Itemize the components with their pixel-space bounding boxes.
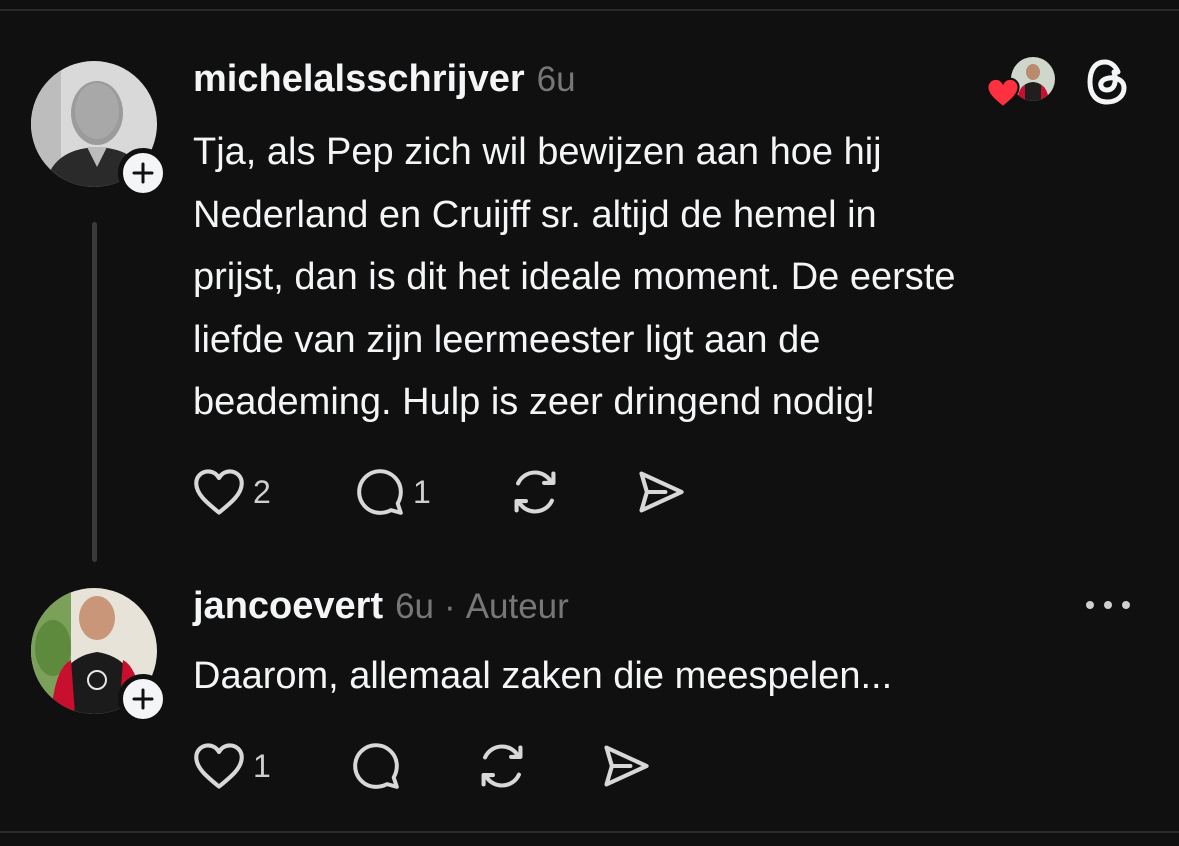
repost-button[interactable] xyxy=(476,740,528,792)
reply-header: jancoevert 6u · Auteur xyxy=(193,585,569,628)
plus-icon xyxy=(132,162,154,184)
timestamp: 6u xyxy=(395,587,435,626)
heart-icon xyxy=(194,743,244,789)
reply-button[interactable]: 1 xyxy=(355,466,431,518)
post-text-line: Nederland en Cruijff sr. altijd de hemel… xyxy=(193,193,877,236)
username[interactable]: jancoevert xyxy=(193,585,383,628)
comment-icon xyxy=(353,743,399,789)
separator: · xyxy=(444,587,456,626)
like-count: 2 xyxy=(253,473,271,510)
reply-count: 1 xyxy=(413,473,431,510)
post-text-line: Tja, als Pep zich wil bewijzen aan hoe h… xyxy=(193,131,882,173)
like-button[interactable]: 2 xyxy=(193,466,271,518)
like-button[interactable]: 1 xyxy=(193,740,271,792)
follow-button[interactable] xyxy=(118,148,168,198)
repost-icon xyxy=(481,744,523,788)
liked-heart-icon xyxy=(986,77,1020,109)
top-divider xyxy=(0,9,1179,11)
share-button[interactable] xyxy=(635,466,687,518)
comment-icon xyxy=(357,469,403,515)
threads-logo-icon[interactable] xyxy=(1085,58,1129,106)
plus-icon xyxy=(132,688,154,710)
share-button[interactable] xyxy=(600,740,652,792)
post-header: michelalsschrijver 6u xyxy=(193,58,576,101)
post-actions: 2 1 xyxy=(193,466,713,518)
like-count: 1 xyxy=(253,747,271,784)
post-text-line: liefde van zijn leermeester ligt aan de xyxy=(193,318,821,361)
heart-icon xyxy=(194,469,244,515)
thread-line xyxy=(92,222,97,562)
repost-button[interactable] xyxy=(509,466,561,518)
follow-button[interactable] xyxy=(118,674,168,724)
username[interactable]: michelalsschrijver xyxy=(193,58,525,101)
post-text-line: prijst, dan is dit het ideale moment. De… xyxy=(193,256,956,298)
bottom-divider xyxy=(0,831,1179,833)
share-icon xyxy=(604,745,649,787)
timestamp: 6u xyxy=(536,60,576,99)
more-icon[interactable] xyxy=(1084,598,1132,612)
reply-text: Daarom, allemaal zaken die meespelen... xyxy=(193,655,893,697)
share-icon xyxy=(639,471,684,513)
post-text-line: beademing. Hulp is zeer dringend nodig! xyxy=(193,381,876,423)
reply-button[interactable] xyxy=(351,740,401,792)
repost-icon xyxy=(514,470,556,514)
reply-actions: 1 xyxy=(193,740,673,792)
author-badge: Auteur xyxy=(465,587,569,626)
post-text: Tja, als Pep zich wil bewijzen aan hoe h… xyxy=(193,121,956,434)
